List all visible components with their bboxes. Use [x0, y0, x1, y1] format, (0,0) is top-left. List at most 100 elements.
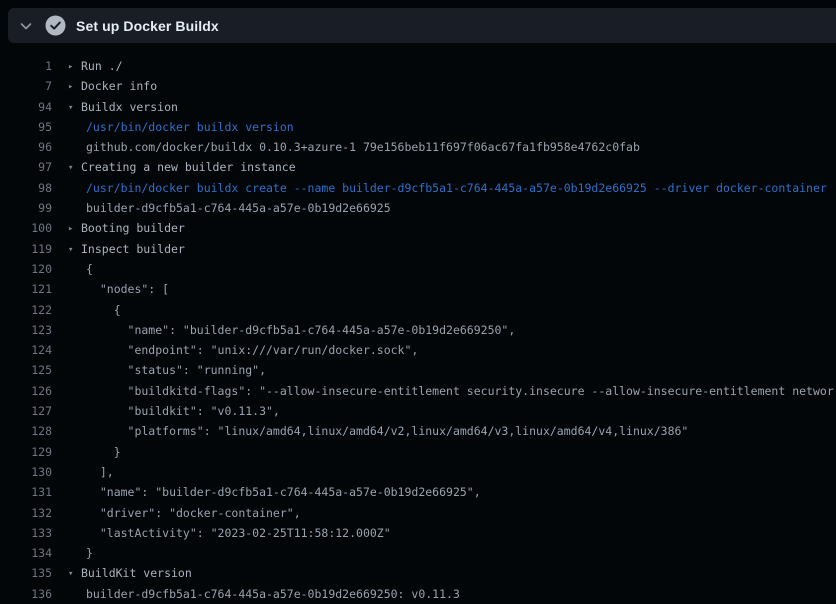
line-number[interactable]: 133: [0, 523, 52, 543]
log-line: 128 "platforms": "linux/amd64,linux/amd6…: [0, 421, 836, 441]
log-line: 131 "name": "builder-d9cfb5a1-c764-445a-…: [0, 482, 836, 502]
output-text: "lastActivity": "2023-02-25T11:58:12.000…: [86, 523, 391, 543]
line-number[interactable]: 120: [0, 259, 52, 279]
chevron-down-icon[interactable]: [18, 18, 34, 34]
line-number[interactable]: 124: [0, 340, 52, 360]
line-number[interactable]: 121: [0, 279, 52, 299]
log-group-row: 135 ▾BuildKit version: [0, 563, 836, 583]
line-number[interactable]: 127: [0, 401, 52, 421]
triangle-right-icon[interactable]: ▸: [68, 77, 81, 97]
output-text: "platforms": "linux/amd64,linux/amd64/v2…: [86, 421, 688, 441]
command-text: /usr/bin/docker buildx version: [86, 117, 294, 137]
log-group-row: 1 ▸Run ./: [0, 56, 836, 76]
group-label: Run ./: [81, 59, 123, 73]
log-group-row: 100 ▸Booting builder: [0, 218, 836, 238]
output-text: {: [86, 259, 93, 279]
line-number[interactable]: 97: [0, 157, 52, 177]
log-group-toggle[interactable]: ▾Creating a new builder instance: [68, 157, 296, 177]
line-number[interactable]: 123: [0, 320, 52, 340]
line-number[interactable]: 122: [0, 300, 52, 320]
log-group-row: 119 ▾Inspect builder: [0, 239, 836, 259]
output-text: "status": "running",: [86, 360, 266, 380]
output-text: "driver": "docker-container",: [86, 503, 301, 523]
log-line: 98 /usr/bin/docker buildx create --name …: [0, 178, 836, 198]
log-line: 133 "lastActivity": "2023-02-25T11:58:12…: [0, 523, 836, 543]
log-line: 123 "name": "builder-d9cfb5a1-c764-445a-…: [0, 320, 836, 340]
group-label: Creating a new builder instance: [81, 160, 296, 174]
output-text: }: [86, 543, 93, 563]
output-text: }: [86, 442, 121, 462]
log-line: 134 }: [0, 543, 836, 563]
log-group-row: 7 ▸Docker info: [0, 76, 836, 96]
log-line: 127 "buildkit": "v0.11.3",: [0, 401, 836, 421]
line-number[interactable]: 98: [0, 178, 52, 198]
output-text: builder-d9cfb5a1-c764-445a-a57e-0b19d2e6…: [86, 198, 391, 218]
group-label: Inspect builder: [81, 242, 185, 256]
log-line: 125 "status": "running",: [0, 360, 836, 380]
log-line: 129 }: [0, 442, 836, 462]
triangle-down-icon[interactable]: ▾: [68, 564, 81, 584]
log-line: 96 github.com/docker/buildx 0.10.3+azure…: [0, 137, 836, 157]
line-number[interactable]: 94: [0, 97, 52, 117]
line-number[interactable]: 126: [0, 381, 52, 401]
log-group-toggle[interactable]: ▾BuildKit version: [68, 563, 192, 583]
line-number[interactable]: 95: [0, 117, 52, 137]
step-title: Set up Docker Buildx: [76, 18, 219, 34]
log-line: 122 {: [0, 300, 836, 320]
log-group-toggle[interactable]: ▸Run ./: [68, 56, 123, 76]
log-line: 99 builder-d9cfb5a1-c764-445a-a57e-0b19d…: [0, 198, 836, 218]
log-group-row: 97 ▾Creating a new builder instance: [0, 157, 836, 177]
log-line: 124 "endpoint": "unix:///var/run/docker.…: [0, 340, 836, 360]
group-label: Buildx version: [81, 100, 178, 114]
log-line: 95 /usr/bin/docker buildx version: [0, 117, 836, 137]
line-number[interactable]: 131: [0, 482, 52, 502]
check-circle-icon: [45, 15, 66, 36]
line-number[interactable]: 1: [0, 56, 52, 76]
line-number[interactable]: 129: [0, 442, 52, 462]
triangle-down-icon[interactable]: ▾: [68, 158, 81, 178]
line-number[interactable]: 128: [0, 421, 52, 441]
line-number[interactable]: 7: [0, 76, 52, 96]
log-line: 121 "nodes": [: [0, 279, 836, 299]
line-number[interactable]: 136: [0, 584, 52, 604]
triangle-down-icon[interactable]: ▾: [68, 240, 81, 260]
output-text: "nodes": [: [86, 279, 169, 299]
log-group-toggle[interactable]: ▾Buildx version: [68, 97, 178, 117]
line-number[interactable]: 100: [0, 218, 52, 238]
line-number[interactable]: 125: [0, 360, 52, 380]
output-text: "name": "builder-d9cfb5a1-c764-445a-a57e…: [86, 320, 515, 340]
line-number[interactable]: 130: [0, 462, 52, 482]
log-group-row: 94 ▾Buildx version: [0, 97, 836, 117]
log-line: 132 "driver": "docker-container",: [0, 503, 836, 523]
output-text: ],: [86, 462, 114, 482]
line-number[interactable]: 119: [0, 239, 52, 259]
line-number[interactable]: 134: [0, 543, 52, 563]
output-text: github.com/docker/buildx 0.10.3+azure-1 …: [86, 137, 640, 157]
log-line: 120 {: [0, 259, 836, 279]
output-text: builder-d9cfb5a1-c764-445a-a57e-0b19d2e6…: [86, 584, 460, 604]
log-line: 136 builder-d9cfb5a1-c764-445a-a57e-0b19…: [0, 584, 836, 604]
group-label: Booting builder: [81, 221, 185, 235]
triangle-right-icon[interactable]: ▸: [68, 57, 81, 77]
group-label: BuildKit version: [81, 566, 192, 580]
line-number[interactable]: 99: [0, 198, 52, 218]
line-number[interactable]: 135: [0, 563, 52, 583]
line-number[interactable]: 96: [0, 137, 52, 157]
output-text: "endpoint": "unix:///var/run/docker.sock…: [86, 340, 418, 360]
output-text: {: [86, 300, 121, 320]
log-group-toggle[interactable]: ▸Docker info: [68, 76, 157, 96]
output-text: "buildkitd-flags": "--allow-insecure-ent…: [86, 381, 834, 401]
log-line: 126 "buildkitd-flags": "--allow-insecure…: [0, 381, 836, 401]
command-text: /usr/bin/docker buildx create --name bui…: [86, 178, 827, 198]
triangle-right-icon[interactable]: ▸: [68, 219, 81, 239]
output-text: "name": "builder-d9cfb5a1-c764-445a-a57e…: [86, 482, 481, 502]
log-lines-container: 1 ▸Run ./ 7 ▸Docker info 94 ▾Buildx vers…: [0, 43, 836, 604]
line-number[interactable]: 132: [0, 503, 52, 523]
log-line: 130 ],: [0, 462, 836, 482]
group-label: Docker info: [81, 79, 157, 93]
log-group-toggle[interactable]: ▾Inspect builder: [68, 239, 185, 259]
log-group-toggle[interactable]: ▸Booting builder: [68, 218, 185, 238]
step-header[interactable]: Set up Docker Buildx: [8, 8, 836, 43]
output-text: "buildkit": "v0.11.3",: [86, 401, 280, 421]
triangle-down-icon[interactable]: ▾: [68, 98, 81, 118]
